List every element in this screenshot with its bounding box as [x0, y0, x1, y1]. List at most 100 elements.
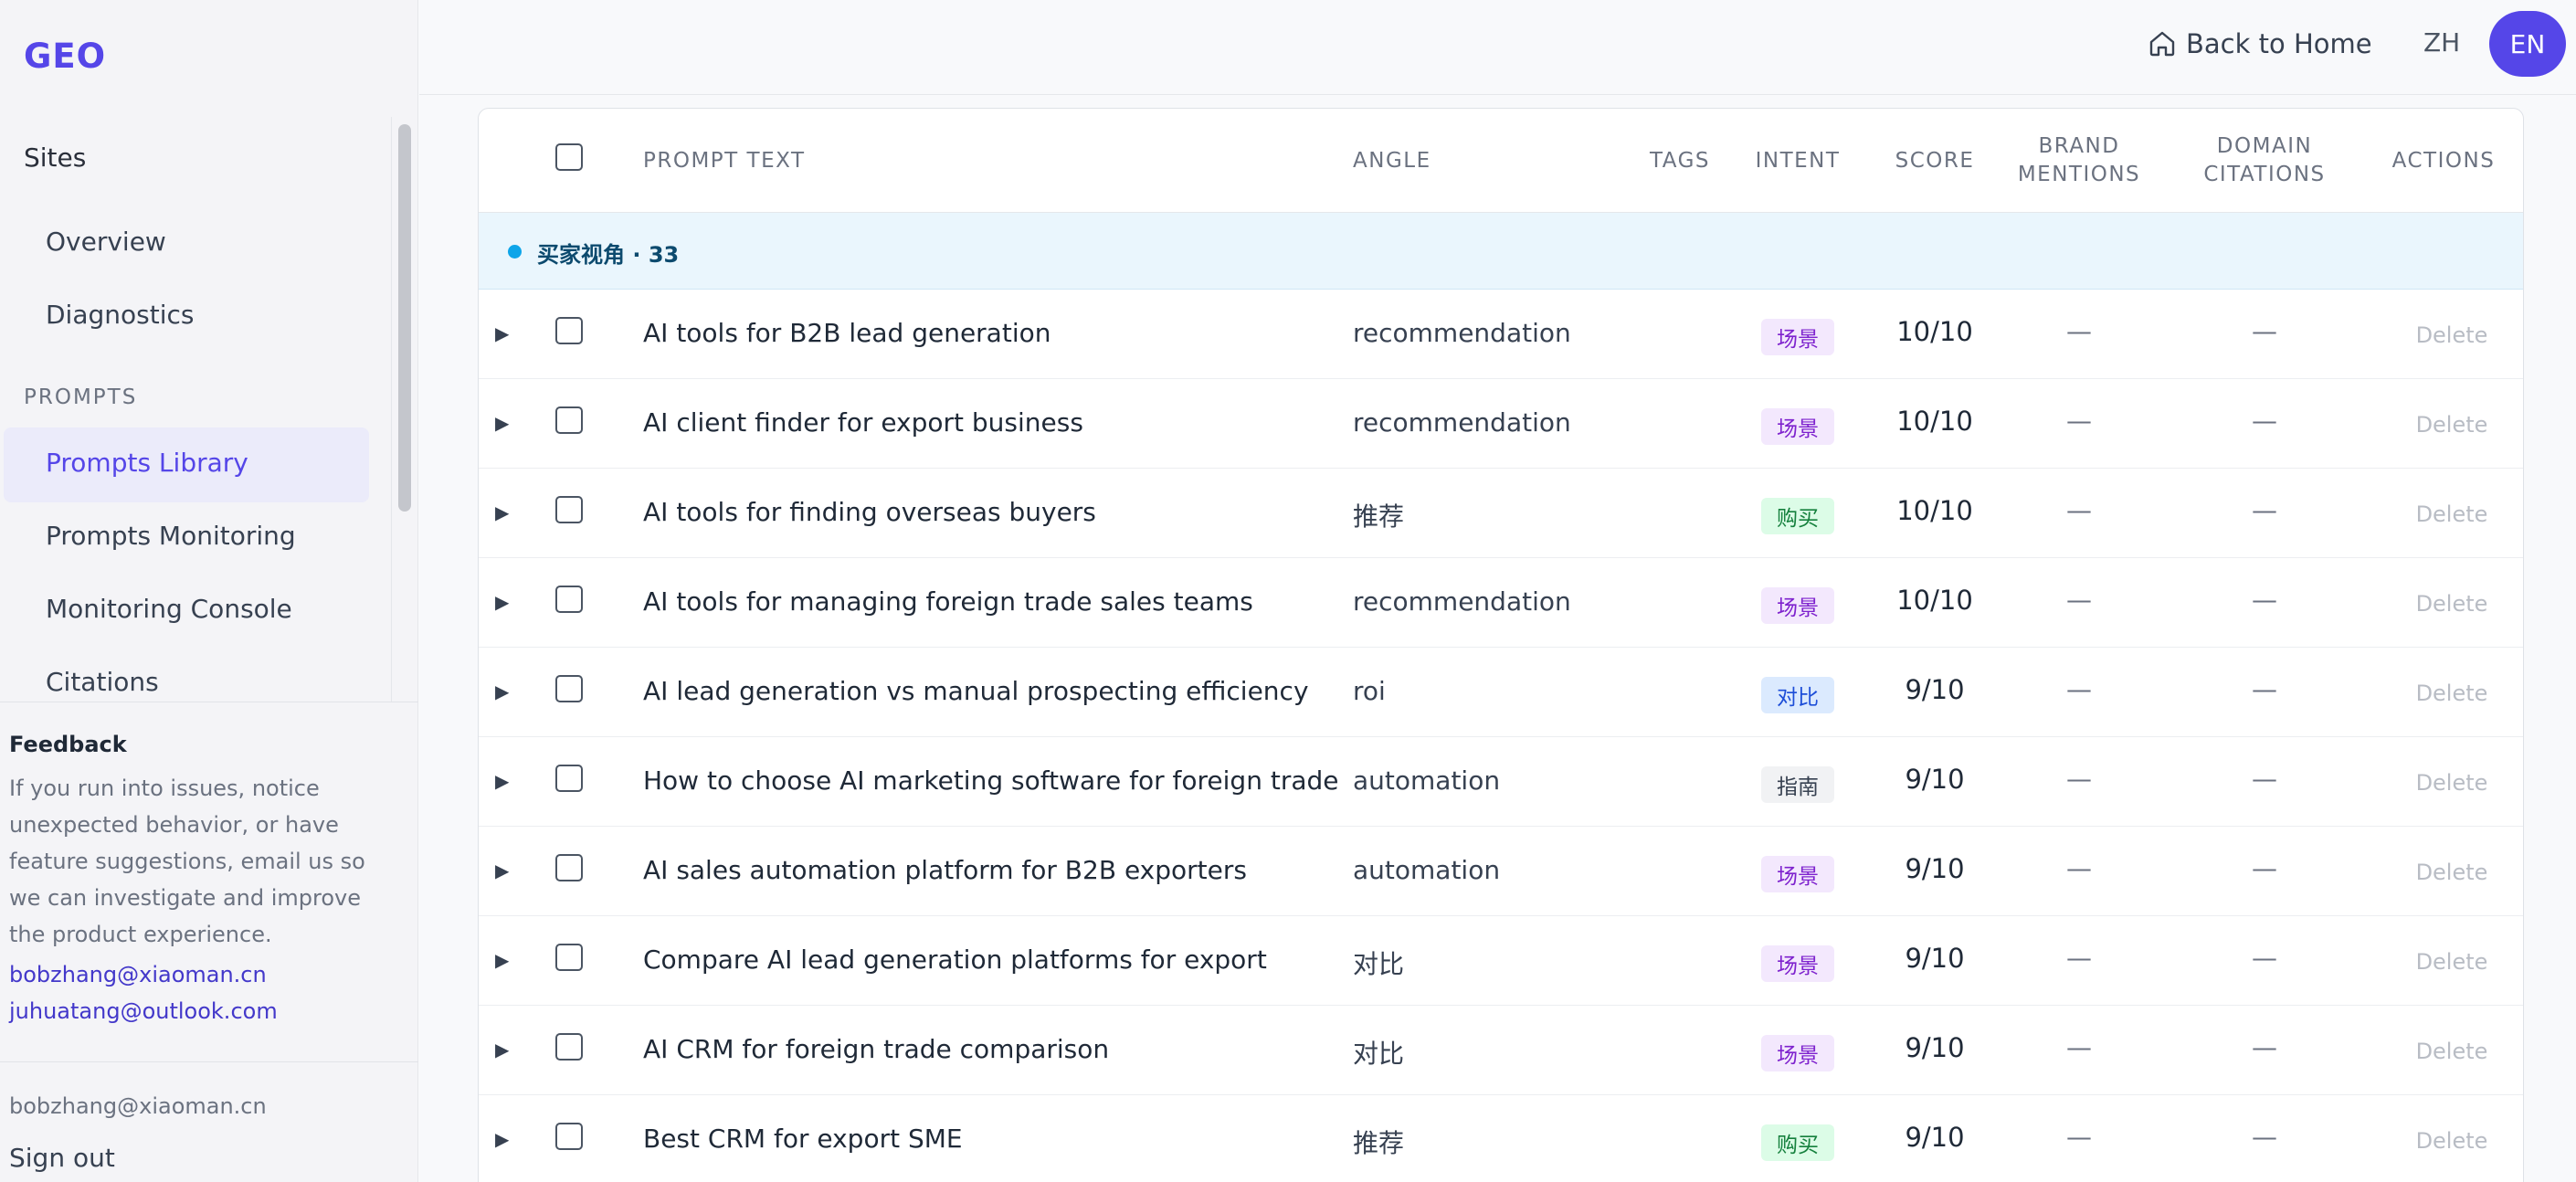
- delete-button[interactable]: Delete: [2406, 412, 2497, 438]
- table-row[interactable]: ▶ AI tools for managing foreign trade sal…: [479, 558, 2523, 648]
- delete-button[interactable]: Delete: [2406, 1039, 2497, 1064]
- expand-caret-icon[interactable]: ▶: [495, 770, 509, 792]
- group-dot-icon: [508, 245, 522, 259]
- table-row[interactable]: ▶ AI sales automation platform for B2B ex…: [479, 827, 2523, 916]
- sign-out-button[interactable]: Sign out: [9, 1143, 115, 1173]
- sidebar-item-diagnostics[interactable]: Diagnostics: [46, 300, 194, 330]
- delete-button[interactable]: Delete: [2406, 860, 2497, 885]
- col-brand-mentions[interactable]: BRAND MENTIONS: [2015, 132, 2143, 189]
- app-logo[interactable]: GEO: [24, 37, 106, 76]
- feedback-email-link-2[interactable]: juhuatang@outlook.com: [9, 998, 278, 1024]
- delete-button[interactable]: Delete: [2406, 770, 2497, 796]
- lang-zh-button[interactable]: ZH: [2423, 27, 2460, 58]
- intent-badge: 场景: [1761, 945, 1834, 982]
- delete-button[interactable]: Delete: [2406, 681, 2497, 706]
- delete-button[interactable]: Delete: [2406, 949, 2497, 975]
- delete-button[interactable]: Delete: [2406, 501, 2497, 527]
- feedback-email-link-1[interactable]: bobzhang@xiaoman.cn: [9, 962, 267, 987]
- intent-badge: 场景: [1761, 856, 1834, 892]
- table-row[interactable]: ▶ AI CRM for foreign trade comparison 对比 场景…: [479, 1006, 2523, 1095]
- delete-button[interactable]: Delete: [2406, 322, 2497, 348]
- sidebar-group-sites[interactable]: Sites: [24, 142, 86, 173]
- prompt-angle: recommendation: [1353, 407, 1571, 438]
- expand-caret-icon[interactable]: ▶: [495, 501, 509, 523]
- row-checkbox[interactable]: [555, 944, 583, 971]
- row-checkbox[interactable]: [555, 406, 583, 434]
- back-to-home-link[interactable]: Back to Home: [2148, 26, 2372, 62]
- select-all-checkbox[interactable]: [555, 143, 583, 171]
- table-row[interactable]: ▶ Compare AI lead generation platforms fo…: [479, 916, 2523, 1006]
- sidebar-scrollbar-thumb[interactable]: [398, 124, 411, 512]
- sidebar-item-monitoring-console[interactable]: Monitoring Console: [46, 594, 292, 624]
- intent-badge: 指南: [1761, 766, 1834, 803]
- col-prompt-text[interactable]: PROMPT TEXT: [643, 147, 806, 175]
- brand-mentions-value: —: [2066, 316, 2092, 346]
- prompt-score: 9/10: [1905, 853, 1965, 884]
- col-angle[interactable]: ANGLE: [1353, 147, 1431, 175]
- expand-caret-icon[interactable]: ▶: [495, 1128, 509, 1150]
- row-checkbox[interactable]: [555, 317, 583, 344]
- prompt-text: AI tools for managing foreign trade sale…: [643, 586, 1253, 617]
- table-row[interactable]: ▶ How to choose AI marketing software for…: [479, 737, 2523, 827]
- brand-mentions-value: —: [2066, 943, 2092, 973]
- prompt-angle: 推荐: [1353, 501, 1405, 532]
- domain-citations-value: —: [2252, 406, 2277, 436]
- prompt-text: AI tools for B2B lead generation: [643, 318, 1051, 348]
- intent-badge: 购买: [1761, 1124, 1834, 1161]
- delete-button[interactable]: Delete: [2406, 1128, 2497, 1154]
- prompt-text: AI tools for finding overseas buyers: [643, 497, 1096, 527]
- table-row[interactable]: ▶ AI tools for finding overseas buyers 推荐 购…: [479, 469, 2523, 558]
- expand-caret-icon[interactable]: ▶: [495, 681, 509, 702]
- brand-mentions-value: —: [2066, 1032, 2092, 1062]
- row-checkbox[interactable]: [555, 1033, 583, 1061]
- expand-caret-icon[interactable]: ▶: [495, 1039, 509, 1061]
- group-header-row[interactable]: 买家视角 · 33: [479, 213, 2523, 290]
- row-checkbox[interactable]: [555, 765, 583, 792]
- prompt-score: 10/10: [1896, 495, 1973, 526]
- sidebar-item-prompts-monitoring[interactable]: Prompts Monitoring: [46, 521, 296, 551]
- expand-caret-icon[interactable]: ▶: [495, 949, 509, 971]
- sidebar-item-overview[interactable]: Overview: [46, 227, 166, 257]
- prompt-angle: 对比: [1353, 1039, 1405, 1069]
- table-header: PROMPT TEXT ANGLE TAGS INTENT SCORE BRAN…: [479, 109, 2523, 213]
- intent-badge: 场景: [1761, 587, 1834, 624]
- home-icon: [2149, 31, 2175, 57]
- col-intent[interactable]: INTENT: [1743, 147, 1853, 175]
- prompt-text: Compare AI lead generation platforms for…: [643, 945, 1267, 975]
- delete-button[interactable]: Delete: [2406, 591, 2497, 617]
- row-checkbox[interactable]: [555, 496, 583, 523]
- lang-en-button[interactable]: EN: [2489, 11, 2566, 77]
- col-domain-citations-line2: CITATIONS: [2203, 163, 2326, 186]
- brand-mentions-value: —: [2066, 853, 2092, 883]
- table-row[interactable]: ▶ Best CRM for export SME 推荐 购买 9/10 — — Delete: [479, 1095, 2523, 1182]
- col-domain-citations-line1: DOMAIN: [2216, 134, 2313, 158]
- prompt-text: AI sales automation platform for B2B exp…: [643, 855, 1247, 885]
- col-actions: ACTIONS: [2391, 149, 2496, 173]
- brand-mentions-value: —: [2066, 585, 2092, 615]
- intent-badge: 场景: [1761, 1035, 1834, 1071]
- expand-caret-icon[interactable]: ▶: [495, 412, 509, 434]
- expand-caret-icon[interactable]: ▶: [495, 322, 509, 344]
- domain-citations-value: —: [2252, 943, 2277, 973]
- col-tags[interactable]: TAGS: [1630, 147, 1730, 175]
- col-score[interactable]: SCORE: [1880, 147, 1990, 175]
- table-row[interactable]: ▶ AI client finder for export business rec…: [479, 379, 2523, 469]
- row-checkbox[interactable]: [555, 1123, 583, 1150]
- sidebar-item-citations[interactable]: Citations: [46, 667, 159, 697]
- intent-badge: 场景: [1761, 408, 1834, 445]
- table-row[interactable]: ▶ AI tools for B2B lead generation recomme…: [479, 290, 2523, 379]
- prompt-score: 9/10: [1905, 1032, 1965, 1063]
- prompt-score: 10/10: [1896, 316, 1973, 347]
- row-checkbox[interactable]: [555, 854, 583, 881]
- group-label: 买家视角 · 33: [537, 242, 680, 268]
- row-checkbox[interactable]: [555, 675, 583, 702]
- table-row[interactable]: ▶ AI lead generation vs manual prospectin…: [479, 648, 2523, 737]
- expand-caret-icon[interactable]: ▶: [495, 591, 509, 613]
- expand-caret-icon[interactable]: ▶: [495, 860, 509, 881]
- col-domain-citations[interactable]: DOMAIN CITATIONS: [2191, 132, 2338, 189]
- row-checkbox[interactable]: [555, 586, 583, 613]
- prompt-score: 9/10: [1905, 1122, 1965, 1153]
- sidebar-item-prompts-library[interactable]: Prompts Library: [4, 427, 369, 502]
- domain-citations-value: —: [2252, 764, 2277, 794]
- prompt-text: AI CRM for foreign trade comparison: [643, 1034, 1110, 1064]
